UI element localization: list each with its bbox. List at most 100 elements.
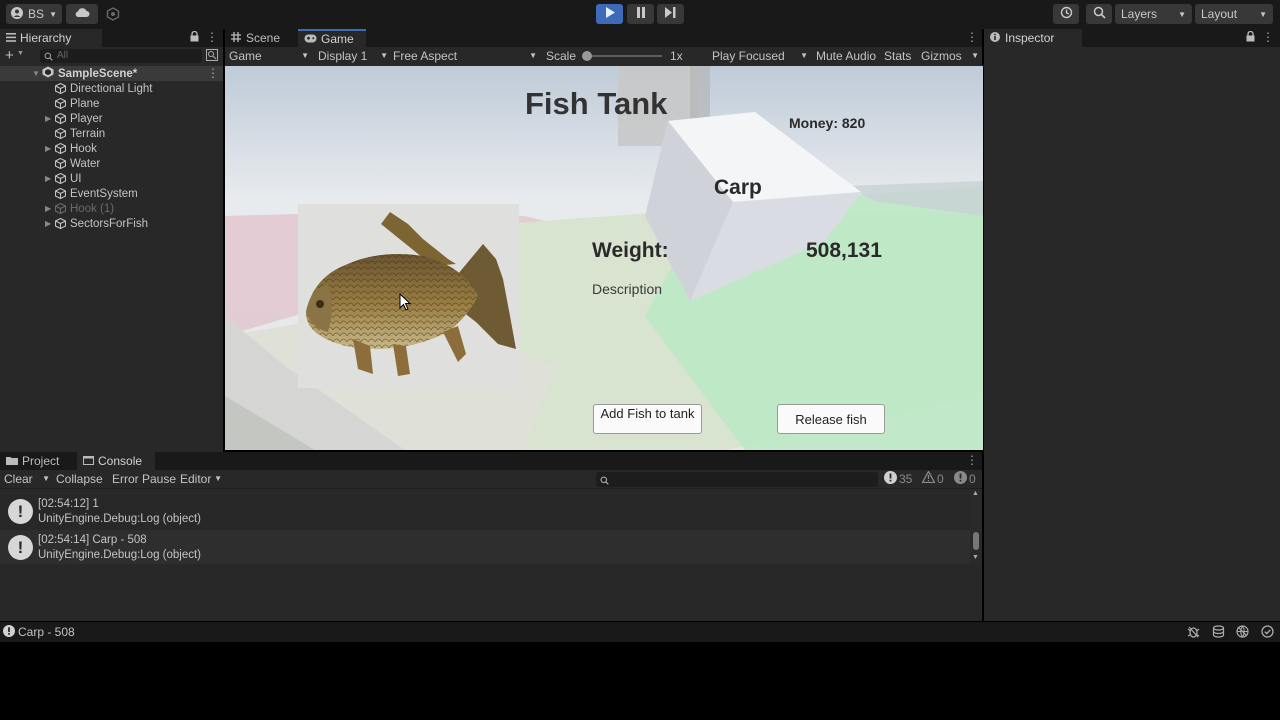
error-pause-toggle[interactable]: Error Pause xyxy=(112,472,176,486)
network-icon[interactable] xyxy=(1236,625,1249,641)
account-dropdown[interactable]: BS ▼ xyxy=(6,4,62,24)
kebab-menu-icon[interactable]: ⋮ xyxy=(966,30,978,44)
stats-toggle[interactable]: Stats xyxy=(884,49,911,63)
center-tabbar: Scene Game ⋮ xyxy=(225,29,982,47)
search-scene-icon[interactable] xyxy=(206,49,218,64)
gizmos-toggle[interactable]: Gizmos ▼ xyxy=(921,49,979,63)
collab-icon[interactable] xyxy=(106,7,120,24)
history-button[interactable] xyxy=(1053,4,1079,24)
chevron-down-icon: ▼ xyxy=(214,474,222,483)
clear-button[interactable]: Clear ▼ xyxy=(4,472,50,486)
cache-icon[interactable] xyxy=(1212,625,1225,641)
console-entry[interactable]: ! [02:54:12] 1 UnityEngine.Debug:Log (ob… xyxy=(0,494,982,528)
hierarchy-item[interactable]: Plane xyxy=(0,96,223,111)
display-select[interactable]: Display 1 ▼ xyxy=(318,49,388,63)
lock-icon[interactable] xyxy=(190,30,199,45)
tab-game[interactable]: Game xyxy=(298,29,366,47)
error-count-toggle[interactable]: 0 xyxy=(954,471,976,487)
chevron-right-icon[interactable]: ▶ xyxy=(45,144,55,153)
game-view-select[interactable]: Game ▼ xyxy=(229,49,309,63)
hierarchy-search-input[interactable]: All xyxy=(40,49,202,63)
tab-project[interactable]: Project xyxy=(0,452,77,470)
scale-slider[interactable] xyxy=(582,51,662,61)
lock-icon[interactable] xyxy=(1246,30,1255,45)
weight-value: 508,131 xyxy=(806,239,882,262)
chevron-down-icon: ▼ xyxy=(529,51,537,60)
tab-scene[interactable]: Scene xyxy=(225,29,298,47)
chevron-down-icon: ▼ xyxy=(971,51,979,60)
scale-slider-handle[interactable] xyxy=(582,51,592,61)
chevron-down-icon: ▼ xyxy=(380,51,388,60)
chevron-right-icon[interactable]: ▶ xyxy=(45,114,55,123)
tab-hierarchy[interactable]: Hierarchy xyxy=(0,29,102,47)
gameobject-cube-icon xyxy=(54,127,67,140)
add-fish-button[interactable]: Add Fish to tank xyxy=(593,404,702,434)
kebab-menu-icon[interactable]: ⋮ xyxy=(207,66,219,80)
error-count: 0 xyxy=(969,472,976,486)
tab-inspector[interactable]: Inspector xyxy=(984,29,1082,47)
tab-console[interactable]: Console xyxy=(77,452,155,470)
mute-audio-toggle[interactable]: Mute Audio xyxy=(816,49,876,63)
unity-scene-icon xyxy=(42,66,54,81)
layers-label: Layers xyxy=(1121,7,1158,21)
layout-dropdown[interactable]: Layout ▼ xyxy=(1195,4,1273,24)
play-focused-select[interactable]: Play Focused ▼ xyxy=(712,49,808,63)
play-button[interactable] xyxy=(596,4,623,24)
chevron-down-icon: ▼ xyxy=(1178,9,1186,19)
console-search-input[interactable] xyxy=(596,472,878,487)
add-icon[interactable]: + xyxy=(5,47,14,64)
status-message[interactable]: Carp - 508 xyxy=(18,625,75,639)
search-button[interactable] xyxy=(1086,4,1112,24)
release-fish-button[interactable]: Release fish xyxy=(777,404,885,434)
search-icon xyxy=(1093,6,1106,22)
scroll-up-icon[interactable]: ▲ xyxy=(972,490,979,497)
editor-dropdown[interactable]: Editor ▼ xyxy=(180,472,222,486)
hierarchy-item[interactable]: ▶ SectorsForFish xyxy=(0,216,223,231)
scene-name: SampleScene* xyxy=(58,67,138,80)
step-button[interactable] xyxy=(657,4,684,24)
chevron-down-icon[interactable]: ▼ xyxy=(17,50,24,57)
warning-count-toggle[interactable]: 0 xyxy=(921,470,944,486)
account-icon xyxy=(11,6,23,22)
game-viewport[interactable]: Fish Tank Money: 820 Carp Weight: 508,13… xyxy=(225,66,983,450)
hierarchy-tabbar: Hierarchy ⋮ xyxy=(0,29,223,47)
collapse-toggle[interactable]: Collapse xyxy=(56,472,103,486)
game-view-label: Game xyxy=(229,49,262,63)
tab-hierarchy-label: Hierarchy xyxy=(20,31,72,45)
gameobject-cube-icon xyxy=(54,82,67,95)
clear-label: Clear xyxy=(4,472,33,486)
editor-label: Editor xyxy=(180,472,212,486)
hierarchy-item[interactable]: EventSystem xyxy=(0,186,223,201)
chevron-right-icon[interactable]: ▶ xyxy=(45,204,55,213)
layers-dropdown[interactable]: Layers ▼ xyxy=(1115,4,1192,24)
kebab-menu-icon[interactable]: ⋮ xyxy=(1262,30,1274,44)
bottom-tabbar: Project Console ⋮ xyxy=(0,452,982,470)
scrollbar-thumb[interactable] xyxy=(973,532,979,550)
cloud-button[interactable] xyxy=(66,4,98,24)
chevron-right-icon[interactable]: ▶ xyxy=(45,174,55,183)
hierarchy-item[interactable]: ▶ Hook (1) xyxy=(0,201,223,216)
hierarchy-item[interactable]: Directional Light xyxy=(0,81,223,96)
chevron-right-icon[interactable]: ▶ xyxy=(45,219,55,228)
log-count-toggle[interactable]: 35 xyxy=(884,471,912,487)
hierarchy-item[interactable]: ▶ UI xyxy=(0,171,223,186)
pause-button[interactable] xyxy=(627,4,654,24)
hierarchy-item[interactable]: ▶ Player xyxy=(0,111,223,126)
kebab-menu-icon[interactable]: ⋮ xyxy=(966,453,978,467)
search-icon xyxy=(600,474,609,488)
hierarchy-item[interactable]: ▶ Hook xyxy=(0,141,223,156)
console-entry[interactable]: ! [02:54:14] Carp - 508 UnityEngine.Debu… xyxy=(0,530,982,564)
step-icon xyxy=(665,7,676,21)
bug-icon[interactable] xyxy=(1187,625,1200,641)
aspect-select[interactable]: Free Aspect ▼ xyxy=(393,49,537,63)
chevron-down-icon: ▼ xyxy=(42,474,50,483)
check-circle-icon[interactable] xyxy=(1261,625,1274,641)
layout-label: Layout xyxy=(1201,7,1238,21)
hierarchy-item[interactable]: Terrain xyxy=(0,126,223,141)
scroll-down-icon[interactable]: ▼ xyxy=(972,554,979,561)
hierarchy-item[interactable]: Water xyxy=(0,156,223,171)
console-scrollbar[interactable]: ▲ ▼ xyxy=(970,490,982,565)
kebab-menu-icon[interactable]: ⋮ xyxy=(206,30,218,44)
hierarchy-scene-row[interactable]: ▼ SampleScene* ⋮ xyxy=(0,66,223,81)
gameobject-cube-icon xyxy=(54,112,67,125)
